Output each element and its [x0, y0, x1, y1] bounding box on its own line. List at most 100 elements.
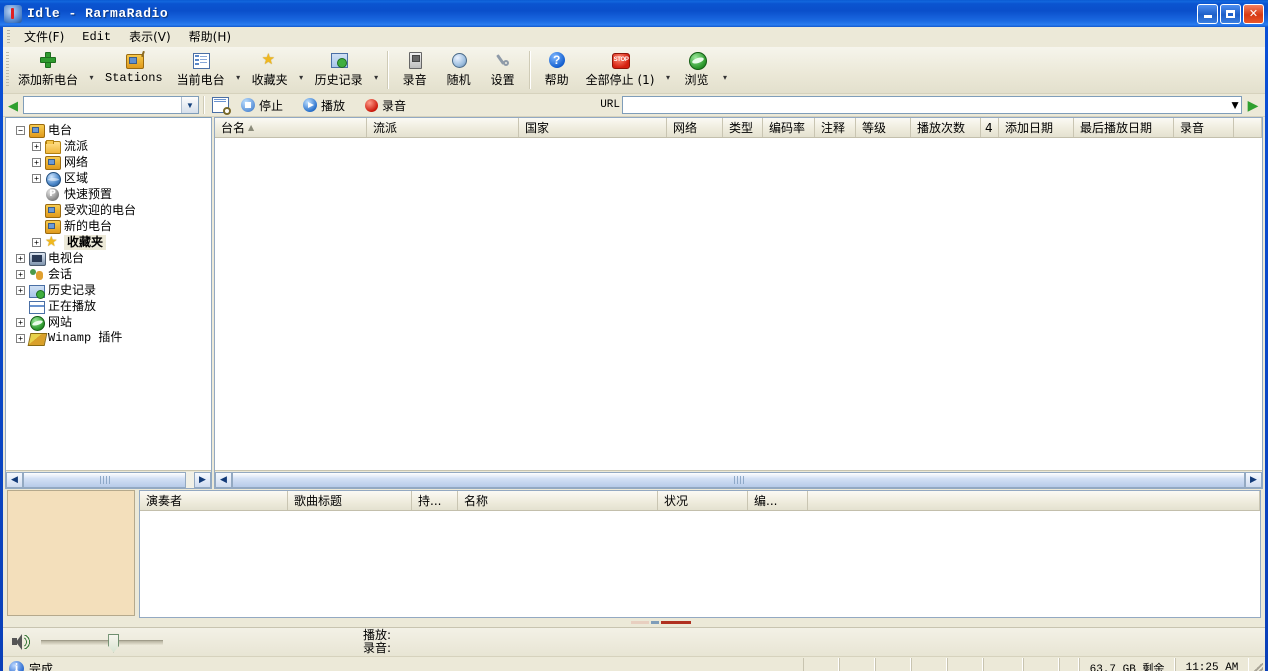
- volume-slider-thumb[interactable]: [108, 633, 120, 653]
- tree-node-now-playing[interactable]: 正在播放: [12, 298, 211, 314]
- expand-icon[interactable]: +: [16, 285, 25, 295]
- toolbar-help-button[interactable]: ? 帮助: [535, 47, 579, 93]
- search-combo[interactable]: ▼: [23, 96, 199, 114]
- tree-node-new-stations[interactable]: 新的电台: [12, 218, 211, 234]
- collapse-icon[interactable]: −: [16, 125, 25, 135]
- column-header-song-title[interactable]: 歌曲标题: [288, 491, 412, 510]
- column-header-name[interactable]: 台名 ▲: [215, 118, 367, 137]
- column-header-duration[interactable]: 持...: [412, 491, 458, 510]
- expand-icon[interactable]: +: [32, 237, 41, 247]
- toolbar-grip[interactable]: [3, 47, 11, 93]
- speaker-icon[interactable]: [9, 634, 35, 650]
- toolbar-browse-button[interactable]: 浏览: [675, 47, 719, 93]
- playlist-body[interactable]: [140, 511, 1260, 617]
- column-header-genre[interactable]: 流派: [367, 118, 519, 137]
- column-header-artist[interactable]: 演奏者: [140, 491, 288, 510]
- toolbar-stations-button[interactable]: Stations: [98, 47, 170, 93]
- close-button[interactable]: ✕: [1243, 3, 1264, 24]
- tree-node-websites[interactable]: + 网站: [12, 314, 211, 331]
- back-arrow-icon[interactable]: ◀: [5, 97, 21, 113]
- toolbar-stop-all-button[interactable]: STOP 全部停止 (1): [579, 47, 662, 93]
- toolbar-stop-all-dropdown[interactable]: ▾: [662, 47, 675, 93]
- expand-icon[interactable]: +: [16, 333, 25, 343]
- tree-node-history[interactable]: + 历史记录: [12, 282, 211, 299]
- toolbar-favorites-button[interactable]: ★ 收藏夹: [245, 47, 295, 93]
- expand-icon[interactable]: +: [32, 173, 41, 183]
- menu-item-edit[interactable]: Edit: [73, 28, 120, 47]
- tree-node-stations[interactable]: − 电台: [12, 122, 211, 138]
- column-header-rating[interactable]: 等级: [856, 118, 911, 137]
- go-arrow-icon[interactable]: ▶: [1245, 96, 1261, 114]
- scroll-left-icon[interactable]: ◀: [6, 471, 23, 488]
- scroll-right-icon[interactable]: ▶: [1245, 471, 1262, 488]
- column-header-country[interactable]: 国家: [519, 118, 667, 137]
- expand-icon[interactable]: +: [32, 141, 41, 151]
- toolbar-record-button[interactable]: 录音: [393, 47, 437, 93]
- url-chevron-down-icon[interactable]: ▼: [1229, 98, 1241, 112]
- toolbar-current-station-dropdown[interactable]: ▾: [232, 47, 245, 93]
- resize-grip-icon[interactable]: [1249, 663, 1265, 671]
- properties-icon[interactable]: [209, 95, 231, 115]
- volume-slider[interactable]: [41, 633, 163, 653]
- scroll-thumb[interactable]: [232, 471, 1245, 488]
- tree-node-genres[interactable]: + 流派: [12, 138, 211, 154]
- maximize-button[interactable]: [1220, 3, 1241, 24]
- menu-item-file[interactable]: 文件(F): [15, 28, 73, 47]
- column-header-narrow[interactable]: 4: [981, 118, 999, 137]
- expand-icon[interactable]: +: [16, 269, 25, 279]
- stations-horizontal-scrollbar[interactable]: ◀ ▶: [215, 470, 1262, 488]
- toolbar-settings-button[interactable]: 设置: [481, 47, 525, 93]
- column-header-date-added[interactable]: 添加日期: [999, 118, 1074, 137]
- column-header-recording[interactable]: 录音: [1174, 118, 1234, 137]
- toolbar-history-button[interactable]: 历史记录: [308, 47, 370, 93]
- station-tree[interactable]: − 电台 + 流派 + 网络 + 区域 P 快速预置 受欢迎的电台 新的电台 +…: [6, 118, 211, 470]
- scroll-thumb[interactable]: [23, 471, 186, 488]
- scroll-track[interactable]: [232, 471, 1245, 488]
- stop-button[interactable]: 停止: [231, 96, 293, 115]
- tree-node-popular-stations[interactable]: 受欢迎的电台: [12, 202, 211, 218]
- tree-node-favorites[interactable]: + ★ 收藏夹: [12, 234, 211, 250]
- column-header-last-played[interactable]: 最后播放日期: [1074, 118, 1174, 137]
- toolbar-random-button[interactable]: 随机: [437, 47, 481, 93]
- menu-grip[interactable]: [5, 29, 12, 45]
- toolbar-history-dropdown[interactable]: ▾: [370, 47, 383, 93]
- expand-icon[interactable]: +: [32, 157, 41, 167]
- url-combo[interactable]: ▼: [622, 96, 1242, 114]
- expand-icon[interactable]: +: [16, 317, 25, 327]
- scroll-left-icon[interactable]: ◀: [215, 471, 232, 488]
- toolbar-browse-dropdown[interactable]: ▾: [719, 47, 732, 93]
- column-header-status[interactable]: 状况: [658, 491, 748, 510]
- record-button[interactable]: 录音: [355, 96, 416, 115]
- column-header-comment[interactable]: 注释: [815, 118, 856, 137]
- column-header-network[interactable]: 网络: [667, 118, 723, 137]
- scroll-track[interactable]: [23, 471, 194, 488]
- tree-node-networks[interactable]: + 网络: [12, 154, 211, 170]
- scroll-seg[interactable]: [661, 621, 691, 624]
- bottom-thin-scrollbar[interactable]: [3, 618, 1265, 627]
- tree-node-winamp-plugins[interactable]: + Winamp 插件: [12, 330, 211, 346]
- scroll-right-icon[interactable]: ▶: [194, 471, 211, 488]
- column-header-encoding[interactable]: 编...: [748, 491, 808, 510]
- column-header-bitrate[interactable]: 编码率: [763, 118, 815, 137]
- tree-node-quick-presets[interactable]: P 快速预置: [12, 186, 211, 202]
- menu-item-view[interactable]: 表示(V): [120, 28, 180, 47]
- toolbar-add-station-dropdown[interactable]: ▾: [85, 47, 98, 93]
- toolbar-current-station-button[interactable]: 当前电台: [170, 47, 232, 93]
- toolbar-favorites-dropdown[interactable]: ▾: [295, 47, 308, 93]
- tree-node-tv-stations[interactable]: + 电视台: [12, 250, 211, 266]
- scroll-seg[interactable]: [631, 621, 649, 624]
- tree-node-sessions[interactable]: + 会话: [12, 266, 211, 282]
- expand-icon[interactable]: +: [16, 253, 25, 263]
- column-header-type[interactable]: 类型: [723, 118, 763, 137]
- chevron-down-icon[interactable]: ▼: [181, 97, 198, 113]
- tree-node-regions[interactable]: + 区域: [12, 170, 211, 187]
- play-button[interactable]: 播放: [293, 96, 355, 115]
- column-header-filename[interactable]: 名称: [458, 491, 658, 510]
- tree-horizontal-scrollbar[interactable]: ◀ ▶: [6, 470, 211, 488]
- minimize-button[interactable]: [1197, 3, 1218, 24]
- column-header-play-count[interactable]: 播放次数: [911, 118, 981, 137]
- menu-item-help[interactable]: 帮助(H): [180, 28, 240, 47]
- stations-list-body[interactable]: [215, 138, 1262, 470]
- scroll-seg[interactable]: [651, 621, 659, 624]
- toolbar-add-station-button[interactable]: 添加新电台: [11, 47, 85, 93]
